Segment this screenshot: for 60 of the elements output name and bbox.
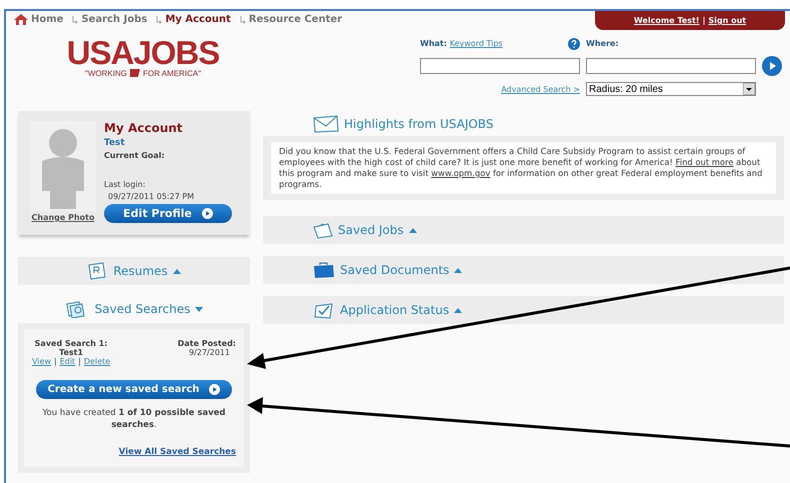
help-icon[interactable] (568, 38, 580, 50)
welcome-link[interactable]: Welcome Test! (634, 16, 700, 25)
resumes-toggle[interactable]: Resumes (113, 264, 181, 278)
flag-icon (130, 69, 140, 77)
last-login-time: 09/27/2011 05:27 PM (107, 192, 195, 201)
keyword-tips-link[interactable]: Keyword Tips (450, 39, 503, 48)
separator: | (78, 357, 81, 366)
edit-profile-button[interactable]: Edit Profile (104, 204, 232, 223)
folder-icon (313, 222, 333, 238)
saved-searches-toggle[interactable]: Saved Searches (94, 302, 204, 316)
location-field[interactable] (586, 58, 756, 74)
create-search-button[interactable]: Create a new saved search (36, 380, 232, 399)
nav-link[interactable]: Resource Center (238, 14, 342, 25)
play-icon (209, 384, 220, 395)
account-title: My Account (104, 121, 184, 135)
briefcase-icon (313, 262, 335, 278)
text-link[interactable]: Find out more (676, 157, 734, 167)
keyword-field[interactable] (420, 58, 580, 74)
arrow-icon (71, 16, 78, 24)
arrow-icon (238, 16, 246, 24)
search-action-link[interactable]: Delete (84, 357, 110, 366)
search-action-link[interactable]: Edit (60, 357, 76, 366)
section-toggle[interactable]: Application Status (313, 301, 462, 319)
dropdown-icon (743, 83, 755, 96)
nav-link[interactable]: Search Jobs (71, 14, 148, 25)
search-name: Test1 (59, 348, 84, 357)
envelope-icon (313, 115, 339, 133)
radius-dropdown[interactable]: Radius: 20 miles (586, 82, 756, 96)
separator: | (702, 16, 706, 25)
last-login-label: Last login: (104, 180, 146, 189)
view-all-link[interactable]: View All Saved Searches (118, 447, 236, 457)
advanced-search-link[interactable]: Advanced Search > (501, 84, 580, 94)
resume-icon (87, 262, 108, 280)
sign-out-link[interactable]: Sign out (708, 16, 746, 25)
date-label: Date Posted: (178, 339, 236, 348)
search-label: Saved Search 1: (34, 339, 108, 348)
text-link[interactable]: www.opm.gov (431, 168, 490, 178)
checklist-icon (313, 301, 335, 319)
go-icon[interactable] (762, 56, 782, 76)
date-posted: 9/27/2011 (188, 348, 231, 357)
saved-searches-summary: You have created 1 of 10 possible saved searches. (41, 407, 227, 431)
home-icon (14, 14, 28, 25)
highlights-text: Did you know that the U.S. Federal Government offers a Child Care Subsidy Program to assist certain groups of employees with the high cost of child care? It is just one more benefit of working for America! Find out more about this program and make sure to visit www.opm.gov for information on other great Federal employment benefits and programs. (271, 142, 776, 194)
logo-tagline: "WORKING (85, 69, 127, 78)
user-name: Test (104, 138, 126, 148)
section-toggle[interactable]: Saved Documents (313, 262, 462, 278)
section-toggle[interactable]: Saved Jobs (313, 222, 417, 238)
logo-tagline: FOR AMERICA" (142, 69, 201, 78)
highlights-title: Highlights from USAJOBS (344, 117, 494, 131)
play-icon (202, 208, 213, 219)
search-action-link[interactable]: View (32, 357, 51, 366)
logo-wordmark[interactable]: USAJOBS (66, 37, 220, 69)
what-label: What: Keyword Tips (420, 39, 503, 48)
separator: | (54, 357, 57, 366)
where-label: Where: (586, 39, 619, 48)
change-photo-link[interactable]: Change Photo (32, 213, 94, 222)
nav-link[interactable]: Home (14, 14, 64, 25)
arrow-icon (155, 16, 162, 24)
nav-link[interactable]: My Account (155, 14, 231, 25)
goal-label: Current Goal: (104, 151, 166, 160)
